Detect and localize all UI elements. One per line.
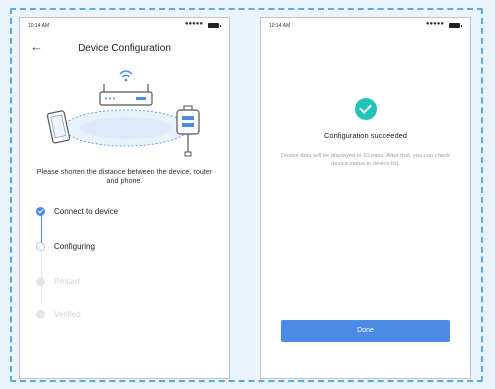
battery-icon bbox=[449, 23, 462, 28]
page-title: Device Configuration bbox=[78, 43, 171, 54]
step-label: Restart bbox=[54, 277, 80, 286]
signal-icon: ●●●●● bbox=[425, 21, 444, 27]
step-restart: Restart bbox=[34, 276, 204, 288]
battery-icon bbox=[208, 23, 221, 28]
step-label: Connect to device bbox=[54, 207, 119, 216]
success-description: Device data will be displayed in 10 mins… bbox=[280, 153, 451, 167]
loading-icon bbox=[36, 242, 45, 251]
step-label: Verified bbox=[54, 310, 81, 319]
check-circle-icon bbox=[354, 98, 377, 120]
check-icon bbox=[36, 207, 45, 216]
step-verified: Verified bbox=[34, 309, 204, 321]
step-configuring: Configuring bbox=[34, 241, 204, 253]
pending-dot-icon bbox=[36, 310, 45, 319]
done-button[interactable]: Done bbox=[281, 320, 450, 342]
step-connect: Connect to device bbox=[34, 206, 204, 218]
status-bar: 10:14 AM ●●●●● bbox=[261, 18, 470, 32]
status-bar: 10:14 AM ●●●●● bbox=[20, 18, 229, 32]
device-config-screen: 10:14 AM ●●●●● ← Device Configuration Pl… bbox=[19, 17, 230, 379]
canvas-frame: 10:14 AM ●●●●● ← Device Configuration Pl… bbox=[10, 8, 483, 382]
status-time: 10:14 AM bbox=[28, 23, 50, 29]
step-label: Configuring bbox=[54, 242, 95, 251]
progress-steps: Connect to device Configuring Restart Ve… bbox=[34, 200, 214, 330]
success-title: Configuration succeeded bbox=[324, 131, 407, 140]
device-router-phone-illustration bbox=[46, 70, 200, 157]
signal-icon: ●●●●● bbox=[184, 21, 203, 27]
pending-dot-icon bbox=[36, 277, 45, 286]
status-time: 10:14 AM bbox=[269, 23, 291, 29]
instruction-text: Please shorten the distance between the … bbox=[36, 167, 213, 185]
config-success-screen: 10:14 AM ●●●●● Configuration succeeded D… bbox=[260, 17, 471, 379]
